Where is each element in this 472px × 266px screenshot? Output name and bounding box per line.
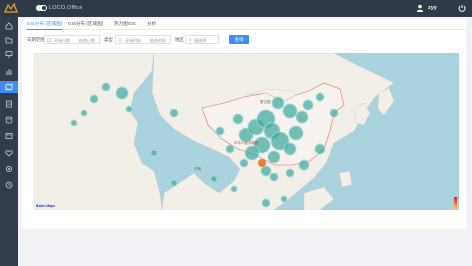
date-end: 结束日期 [79,38,95,43]
heat-point[interactable] [239,158,249,168]
sidebar-item-heart[interactable] [2,147,16,159]
map-label-mongolia: 蒙古国 [260,100,271,104]
logo-icon [4,2,18,13]
heat-point[interactable] [271,96,285,110]
heat-point[interactable] [170,179,178,187]
heat-point[interactable] [101,82,111,92]
zone-value: 请选择 [194,38,206,43]
heat-point[interactable] [169,108,179,118]
sidebar-item-settings[interactable] [2,163,16,175]
heat-point[interactable] [244,145,260,161]
main-area: GIS分布 (区域图) GIS分布 (区域图) 热力图GIS 分析 日期范围 开… [18,17,472,266]
filter-bar: 日期范围 开始日期 - 结束日期 类型 开始时间 - 结束时间 地区 请选择 查… [22,33,466,47]
map-view[interactable]: 中华人民共和国 蒙古国 印度 Baidu Maps 10000 0 [34,53,459,210]
heat-point[interactable] [89,94,99,104]
heat-point[interactable] [267,150,281,164]
heat-point[interactable] [125,105,133,113]
date-start: 开始日期 [54,38,70,43]
heat-point[interactable] [314,143,326,155]
tab-bar: GIS分布 (区域图) GIS分布 (区域图) 热力图GIS 分析 [22,19,466,30]
date-range-label: 日期范围 [27,37,45,42]
monitor-icon [5,51,13,58]
query-button[interactable]: 查询 [229,35,249,44]
report-icon [5,133,13,139]
map-label-india: 印度 [194,167,201,171]
heat-point[interactable] [302,99,314,111]
app-title: LOCO.Office [49,5,83,11]
type-label: 类型 [104,37,113,42]
heat-point[interactable] [295,110,309,124]
sidebar-item-home[interactable] [2,20,16,32]
heat-point[interactable] [80,109,88,117]
heat-point[interactable] [215,126,225,136]
logout-icon[interactable] [458,4,466,12]
settings-icon [6,166,12,172]
heat-point[interactable] [150,149,158,157]
heat-point[interactable] [261,198,271,208]
time-range-picker[interactable]: 开始时间 - 结束时间 [115,35,171,44]
legend-gradient [454,197,457,210]
top-bar: LOCO.Office zyy [0,0,472,17]
clock-small-icon [118,38,122,42]
sidebar-toggle[interactable] [36,5,47,11]
time-separator: - [143,38,145,43]
heat-point[interactable] [210,175,218,183]
sidebar-item-chart[interactable] [2,65,16,77]
map-label-china: 中华人民共和国 [234,141,259,145]
zone-label: 地区 [175,37,184,42]
heat-point[interactable] [283,142,297,156]
heat-point[interactable] [282,103,298,119]
chart-icon [6,69,12,75]
heat-point-hot[interactable] [258,159,266,167]
time-end: 结束时间 [150,38,166,43]
location-icon [188,38,192,41]
document-icon [6,100,12,108]
username[interactable]: zyy [428,5,437,11]
home-icon [5,22,13,30]
heat-point[interactable] [285,168,295,178]
heat-point[interactable] [280,195,288,203]
heat-point[interactable] [115,86,129,100]
heat-point[interactable] [329,108,339,118]
legend-max: 10000 [458,197,459,200]
user-icon [416,4,424,12]
sidebar-item-clock[interactable] [2,179,16,191]
tab-gis-region[interactable]: GIS分布 (区域图) [27,21,63,30]
date-separator: - [72,38,74,43]
sidebar-item-map[interactable] [0,81,18,93]
clock-icon [5,181,13,189]
heat-layer [70,82,339,208]
date-range-picker[interactable]: 开始日期 - 结束日期 [44,35,100,44]
heat-point[interactable] [230,185,238,193]
content-panel: GIS分布 (区域图) GIS分布 (区域图) 热力图GIS 分析 日期范围 开… [22,19,466,229]
heat-point[interactable] [269,172,279,182]
heat-point[interactable] [298,159,310,171]
sidebar-item-document[interactable] [2,98,16,110]
tab-heatmap[interactable]: 热力图GIS [114,21,136,30]
map-attribution: Baidu Maps [36,204,56,208]
heat-point[interactable] [260,165,272,177]
folder-icon [5,37,13,44]
sidebar-item-database[interactable] [2,114,16,126]
sidebar-item-report[interactable] [2,130,16,142]
zone-select[interactable]: 请选择 [185,35,219,44]
tab-gis-region-2[interactable]: GIS分布 (区域图) [68,21,103,30]
tab-analysis[interactable]: 分析 [147,21,156,30]
map-icon [5,83,13,91]
calendar-icon [47,38,51,42]
time-start: 开始时间 [125,38,141,43]
heat-point[interactable] [288,125,304,141]
sidebar-item-folder[interactable] [2,34,16,46]
heat-point[interactable] [232,113,244,125]
sidebar-item-monitor[interactable] [2,48,16,60]
heat-point[interactable] [70,119,78,127]
map-legend: 10000 0 [454,197,459,210]
sidebar [0,17,18,266]
heat-point[interactable] [225,144,235,154]
database-icon [5,116,13,124]
heart-icon [5,150,13,157]
heat-point[interactable] [315,92,325,102]
